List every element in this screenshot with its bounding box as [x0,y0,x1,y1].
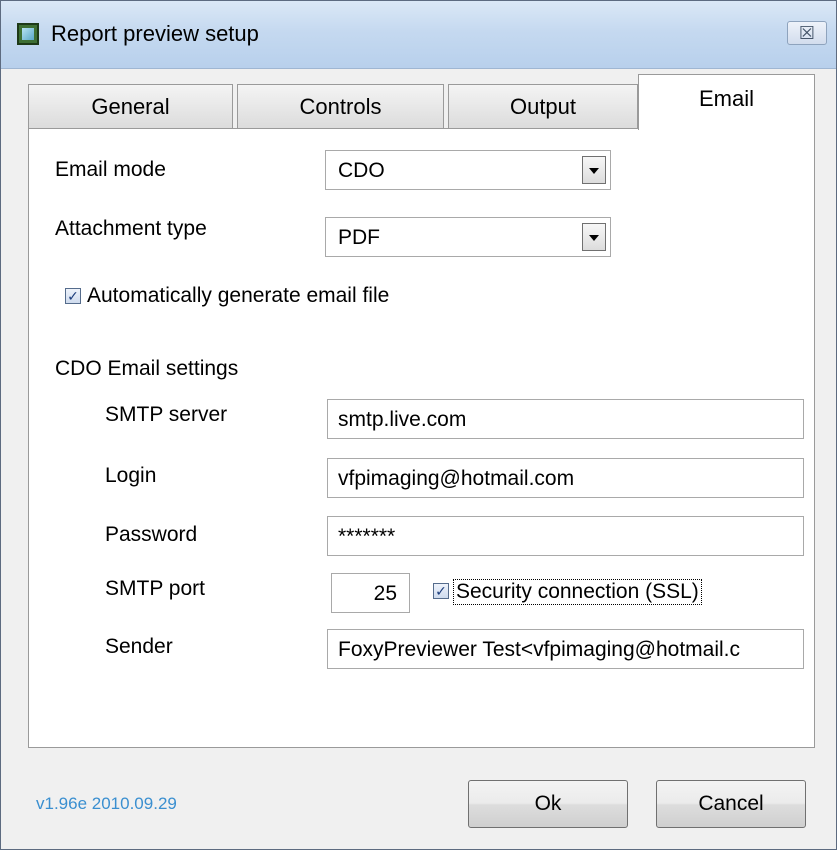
sender-value: FoxyPreviewer Test<vfpimaging@hotmail.c [338,638,741,661]
attachment-type-select[interactable]: PDF [325,217,611,257]
email-mode-value: CDO [338,159,385,182]
login-label: Login [105,464,157,487]
tab-controls[interactable]: Controls [237,84,444,128]
login-value: vfpimaging@hotmail.com [338,467,575,490]
checkmark-icon: ✓ [435,583,447,599]
smtp-port-label: SMTP port [105,577,205,600]
tab-output[interactable]: Output [448,84,638,128]
version-label: v1.96e 2010.09.29 [36,794,177,813]
auto-generate-checkbox[interactable]: ✓ [65,288,81,304]
chevron-down-icon[interactable] [582,156,606,184]
attachment-type-label: Attachment type [55,217,207,240]
login-input[interactable]: vfpimaging@hotmail.com [327,458,804,498]
ssl-checkbox[interactable]: ✓ [433,583,449,599]
attachment-type-value: PDF [338,226,380,249]
tab-email[interactable]: Email [638,74,815,130]
close-button[interactable]: ☒ [787,21,827,45]
smtp-server-input[interactable]: smtp.live.com [327,399,804,439]
sender-input[interactable]: FoxyPreviewer Test<vfpimaging@hotmail.c [327,629,804,669]
cancel-button[interactable]: Cancel [656,780,806,828]
auto-generate-label[interactable]: Automatically generate email file [87,284,389,308]
dialog-window: Report preview setup ☒ General Controls … [0,0,837,850]
chevron-down-icon[interactable] [582,223,606,251]
close-icon: ☒ [798,23,816,43]
smtp-port-input[interactable]: 25 [331,573,410,613]
window-title: Report preview setup [51,21,259,46]
smtp-server-label: SMTP server [105,403,228,426]
password-value: ******* [338,525,396,548]
title-bar[interactable]: Report preview setup ☒ [1,1,836,69]
smtp-server-value: smtp.live.com [338,408,467,431]
ok-button[interactable]: Ok [468,780,628,828]
password-input[interactable]: ******* [327,516,804,556]
app-icon [17,23,39,45]
email-mode-select[interactable]: CDO [325,150,611,190]
sender-label: Sender [105,635,173,658]
email-mode-label: Email mode [55,158,166,181]
checkmark-icon: ✓ [67,288,79,304]
cdo-section-label: CDO Email settings [55,357,239,380]
tab-general[interactable]: General [28,84,233,128]
smtp-port-value: 25 [373,582,397,605]
password-label: Password [105,523,198,546]
ssl-label[interactable]: Security connection (SSL) [453,579,702,605]
